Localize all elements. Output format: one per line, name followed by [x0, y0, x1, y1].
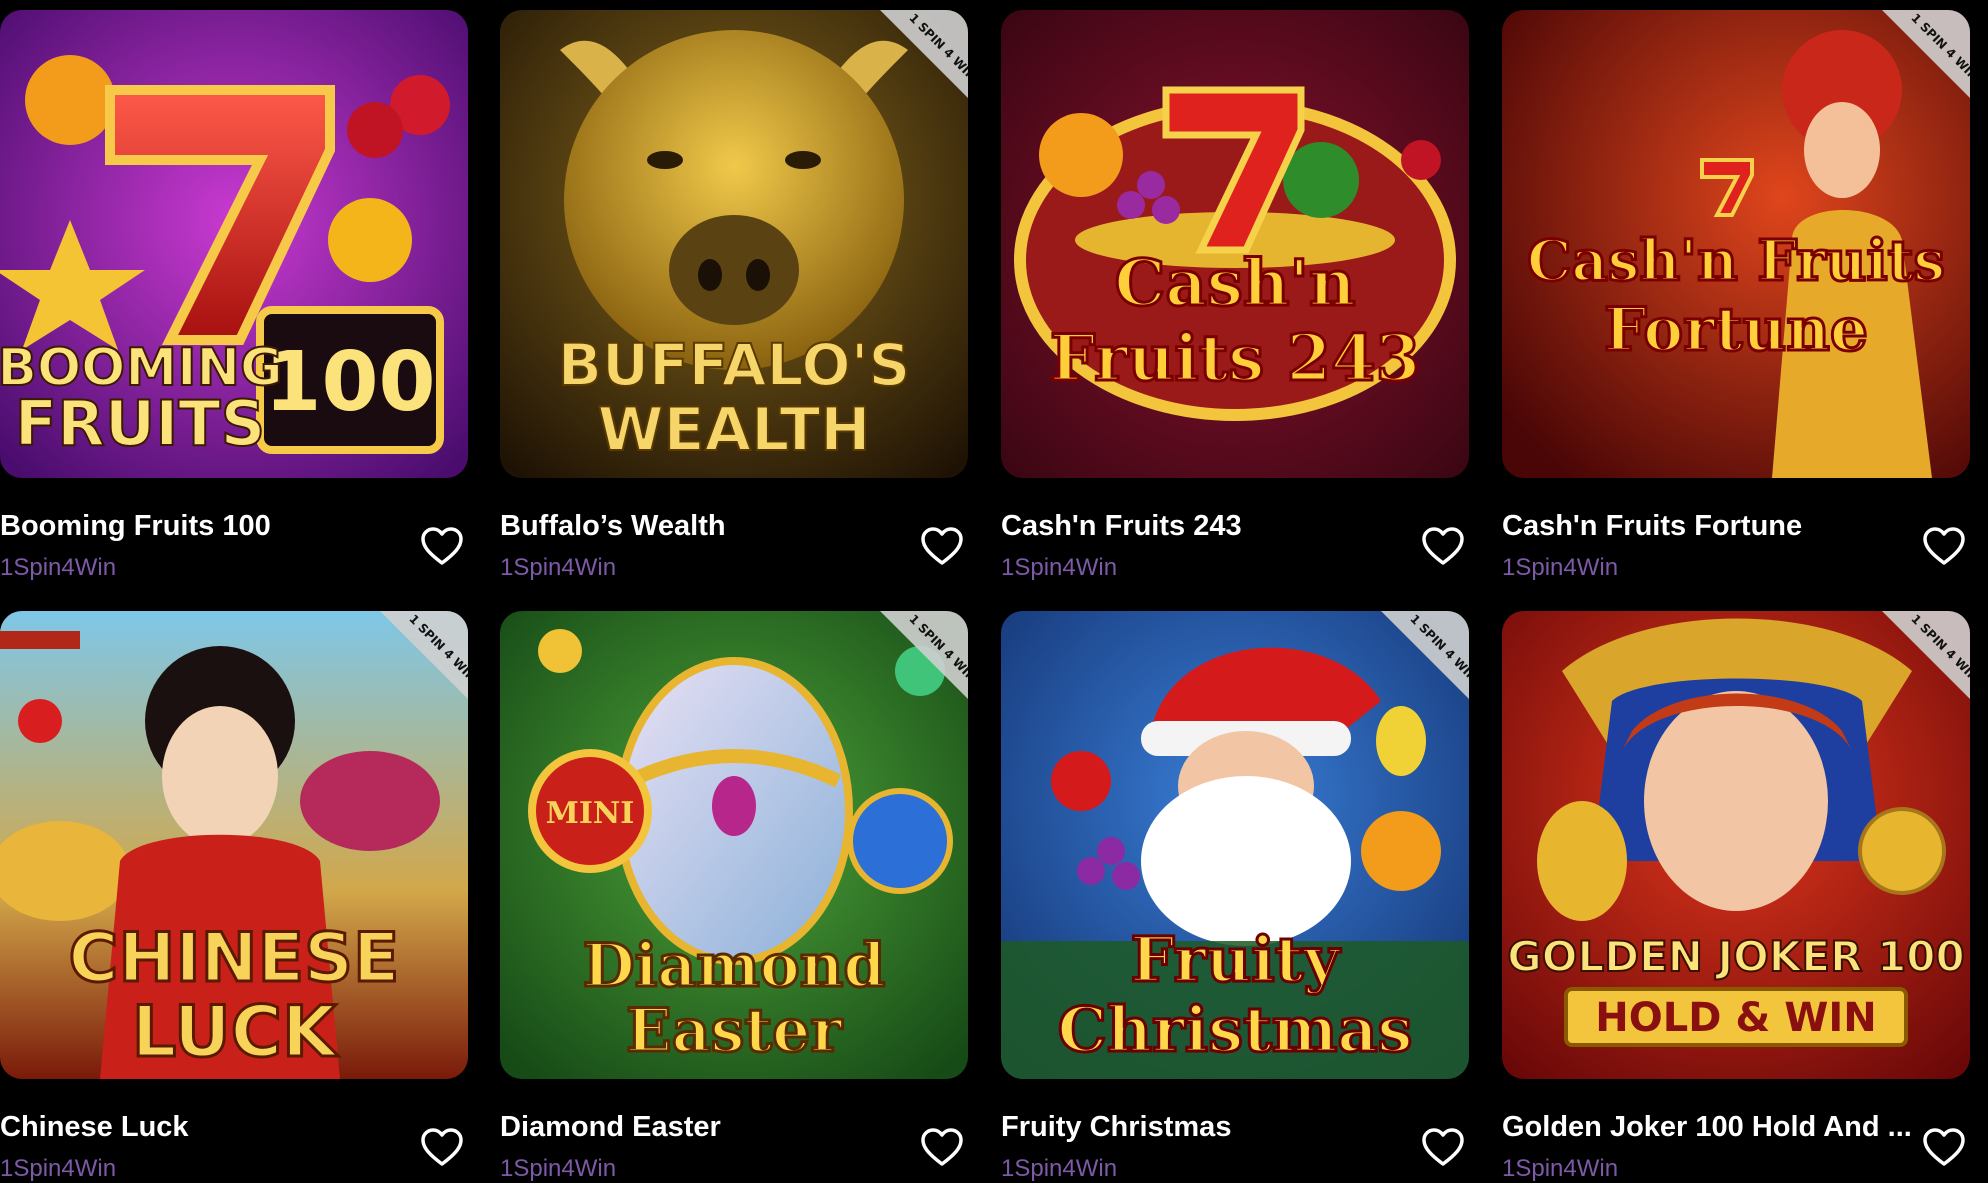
game-provider: 1Spin4Win [500, 1155, 617, 1182]
svg-text:Fruits 243: Fruits 243 [1050, 321, 1420, 396]
svg-text:Fruity: Fruity [1131, 923, 1342, 996]
svg-text:FRUITS: FRUITS [15, 387, 265, 460]
svg-text:WEALTH: WEALTH [597, 395, 870, 465]
svg-text:100: 100 [264, 335, 435, 430]
game-card[interactable]: Cash'n Fruits Fortune 1 SPIN 4 WIN Cash'… [1502, 10, 1970, 581]
game-title[interactable]: Diamond Easter [500, 1111, 920, 1144]
buffalo-art: BUFFALO'S WEALTH 1 SPIN 4 WIN [500, 10, 968, 478]
game-title[interactable]: Cash'n Fruits 243 [1001, 510, 1421, 543]
santa-art: Fruity Christmas 1 SPIN 4 WIN [1001, 611, 1469, 1079]
game-title[interactable]: Booming Fruits 100 [0, 510, 420, 543]
svg-text:Cash'n: Cash'n [1114, 246, 1355, 321]
game-card[interactable]: 100 BOOMING FRUITS Booming Fruits 100 1S… [0, 10, 468, 581]
game-title[interactable]: Fruity Christmas [1001, 1111, 1421, 1144]
game-title[interactable]: Chinese Luck [0, 1111, 420, 1144]
game-provider: 1Spin4Win [1502, 1155, 1619, 1182]
pinup-lady-art: Cash'n Fruits Fortune 1 SPIN 4 WIN [1502, 10, 1970, 478]
favorite-heart-icon[interactable] [920, 1127, 964, 1167]
joker-lady-art: GOLDEN JOKER 100 HOLD & WIN 1 SPIN 4 WIN [1502, 611, 1970, 1079]
game-card[interactable]: CHINESE LUCK 1 SPIN 4 WIN Chinese Luck 1… [0, 611, 468, 1182]
svg-text:MINI: MINI [546, 796, 635, 831]
game-title[interactable]: Cash'n Fruits Fortune [1502, 510, 1922, 543]
game-provider: 1Spin4Win [0, 554, 117, 581]
game-thumbnail[interactable]: Cash'n Fruits Fortune 1 SPIN 4 WIN [1502, 10, 1970, 478]
slot-seven-fruits-art: 100 BOOMING FRUITS [0, 10, 468, 478]
game-thumbnail[interactable]: BUFFALO'S WEALTH 1 SPIN 4 WIN [500, 10, 968, 478]
game-title[interactable]: Buffalo’s Wealth [500, 510, 920, 543]
svg-text:BUFFALO'S: BUFFALO'S [558, 331, 911, 399]
game-provider: 1Spin4Win [500, 554, 617, 581]
game-provider: 1Spin4Win [1502, 554, 1619, 581]
favorite-heart-icon[interactable] [1922, 1127, 1966, 1167]
game-thumbnail[interactable]: Fruity Christmas 1 SPIN 4 WIN [1001, 611, 1469, 1079]
svg-text:HOLD & WIN: HOLD & WIN [1595, 995, 1876, 1041]
game-provider: 1Spin4Win [1001, 1155, 1118, 1182]
svg-text:LUCK: LUCK [132, 991, 339, 1073]
game-provider: 1Spin4Win [1001, 554, 1118, 581]
game-thumbnail[interactable]: MINI Diamond Easter 1 SPIN 4 WIN [500, 611, 968, 1079]
game-card[interactable]: BUFFALO'S WEALTH 1 SPIN 4 WIN Buffalo’s … [500, 10, 968, 581]
svg-text:CHINESE: CHINESE [69, 919, 400, 998]
game-card[interactable]: Cash'n Fruits 243 Cash'n Fruits 243 1Spi… [1001, 10, 1469, 581]
game-grid: 100 BOOMING FRUITS Booming Fruits 100 1S… [0, 0, 1988, 1182]
game-title[interactable]: Golden Joker 100 Hold And ... [1502, 1111, 1922, 1144]
favorite-heart-icon[interactable] [1922, 526, 1966, 566]
favorite-heart-icon[interactable] [1421, 526, 1465, 566]
favorite-heart-icon[interactable] [420, 526, 464, 566]
svg-text:Christmas: Christmas [1058, 993, 1413, 1066]
game-thumbnail[interactable]: CHINESE LUCK 1 SPIN 4 WIN [0, 611, 468, 1079]
game-card[interactable]: Fruity Christmas 1 SPIN 4 WIN Fruity Chr… [1001, 611, 1469, 1182]
svg-text:Fortune: Fortune [1604, 295, 1868, 365]
favorite-heart-icon[interactable] [420, 1127, 464, 1167]
game-thumbnail[interactable]: 100 BOOMING FRUITS [0, 10, 468, 478]
favorite-heart-icon[interactable] [920, 526, 964, 566]
seven-fruits-coin-art: Cash'n Fruits 243 [1001, 10, 1469, 478]
game-card[interactable]: MINI Diamond Easter 1 SPIN 4 WIN Diamond… [500, 611, 968, 1182]
game-thumbnail[interactable]: GOLDEN JOKER 100 HOLD & WIN 1 SPIN 4 WIN [1502, 611, 1970, 1079]
svg-text:GOLDEN JOKER 100: GOLDEN JOKER 100 [1507, 932, 1964, 981]
svg-text:Cash'n Fruits: Cash'n Fruits [1527, 228, 1945, 294]
game-card[interactable]: GOLDEN JOKER 100 HOLD & WIN 1 SPIN 4 WIN… [1502, 611, 1970, 1182]
svg-text:Diamond: Diamond [583, 931, 886, 1001]
chinese-lady-art: CHINESE LUCK 1 SPIN 4 WIN [0, 611, 468, 1079]
game-thumbnail[interactable]: Cash'n Fruits 243 [1001, 10, 1469, 478]
easter-egg-art: MINI Diamond Easter 1 SPIN 4 WIN [500, 611, 968, 1079]
favorite-heart-icon[interactable] [1421, 1127, 1465, 1167]
svg-text:Easter: Easter [626, 996, 843, 1066]
game-provider: 1Spin4Win [0, 1155, 117, 1182]
